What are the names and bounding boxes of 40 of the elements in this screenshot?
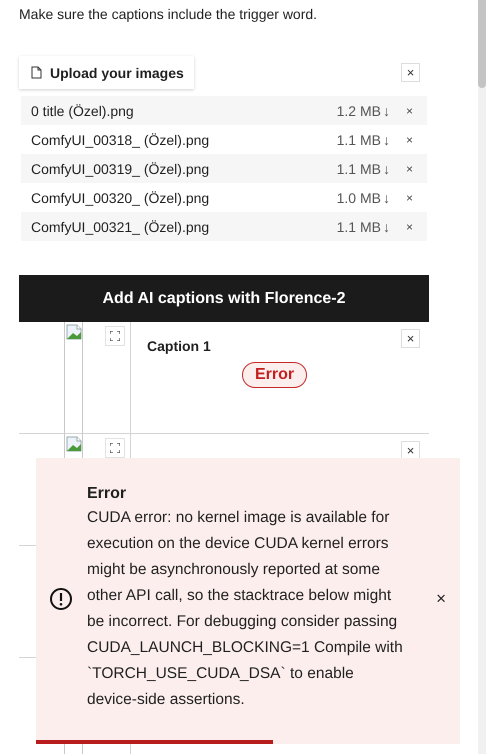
fullscreen-icon bbox=[110, 443, 120, 453]
fullscreen-icon bbox=[110, 331, 120, 341]
alert-icon bbox=[50, 588, 72, 610]
file-name: ComfyUI_00320_ (Özel).png bbox=[31, 190, 210, 206]
fullscreen-button[interactable] bbox=[105, 438, 125, 458]
scrollbar[interactable] bbox=[478, 0, 486, 754]
toast-title: Error bbox=[87, 485, 128, 503]
file-name: ComfyUI_00319_ (Özel).png bbox=[31, 160, 210, 176]
file-size: 1.0 MB bbox=[336, 190, 381, 206]
broken-image-icon bbox=[66, 436, 82, 452]
download-link[interactable]: ↓ bbox=[382, 190, 390, 206]
close-button[interactable]: × bbox=[436, 589, 446, 609]
error-message: CUDA error: no kernel image is available for execution on the device CUDA kernel errors might be asynchronously reported at some other API call, so the stacktrace below might be incorrect. For debugging consider passing CUDA_LAUNCH_BLOCKING=1 Compile with `TORCH_USE_CUDA_DSA` to enable device-side assertions. bbox=[87, 508, 404, 710]
file-size: 1.2 MB bbox=[336, 102, 381, 118]
download-link[interactable]: ↓ bbox=[382, 218, 390, 234]
instruction-text: Make sure the captions include the trigger word. bbox=[19, 6, 318, 22]
file-size: 1.1 MB bbox=[336, 218, 381, 234]
file-name: 0 title (Özel).png bbox=[31, 102, 135, 118]
remove-button[interactable]: × bbox=[402, 190, 417, 204]
remove-button[interactable]: × bbox=[402, 104, 417, 118]
download-link[interactable]: ↓ bbox=[382, 132, 390, 148]
error-badge: Error bbox=[242, 362, 308, 388]
remove-button[interactable]: × bbox=[402, 162, 417, 176]
broken-image-icon bbox=[66, 324, 82, 340]
file-icon bbox=[31, 66, 42, 79]
remove-button[interactable]: × bbox=[401, 329, 420, 348]
caption-label: Caption 1 bbox=[147, 338, 211, 354]
fullscreen-button[interactable] bbox=[105, 326, 125, 346]
file-size: 1.1 MB bbox=[336, 132, 381, 148]
remove-button[interactable]: × bbox=[402, 132, 417, 146]
file-name: ComfyUI_00321_ (Özel).png bbox=[31, 218, 210, 234]
download-link[interactable]: ↓ bbox=[382, 160, 390, 176]
caption-button[interactable]: Add AI captions with Florence-2 bbox=[19, 275, 429, 322]
file-name: ComfyUI_00318_ (Özel).png bbox=[31, 132, 210, 148]
scrollbar-thumb[interactable] bbox=[478, 0, 486, 88]
download-link[interactable]: ↓ bbox=[382, 102, 390, 118]
upload-tab[interactable]: Upload your images bbox=[19, 56, 194, 89]
clear-button[interactable]: × bbox=[401, 63, 420, 82]
remove-button[interactable]: × bbox=[402, 220, 417, 234]
file-size: 1.1 MB bbox=[336, 160, 381, 176]
